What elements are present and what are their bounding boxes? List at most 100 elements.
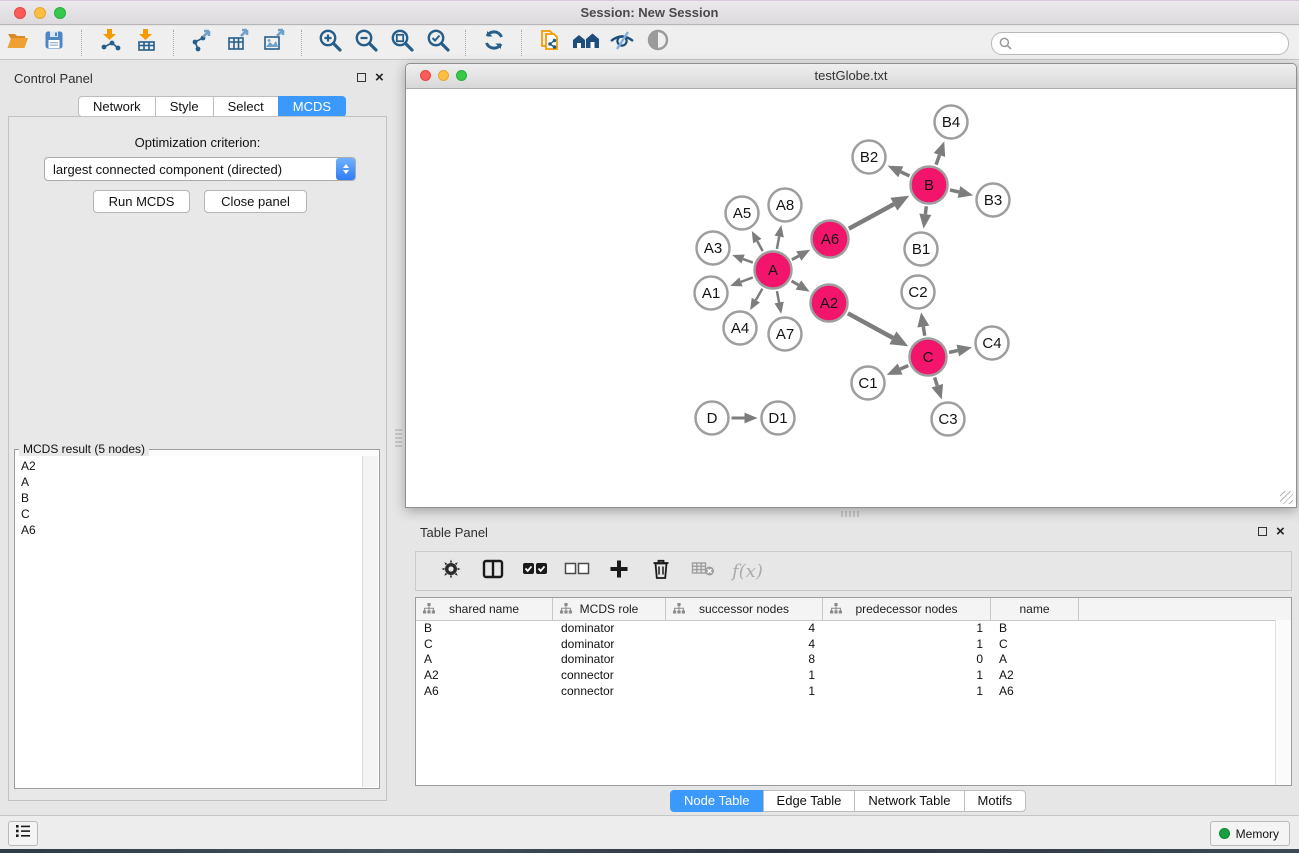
export-network-button[interactable] [187, 29, 217, 57]
graph-edge-A-A8[interactable] [775, 225, 784, 249]
graph-edge-A-A1[interactable] [730, 277, 753, 286]
graph-edge-C-C1[interactable] [887, 364, 908, 375]
tab-node-table[interactable]: Node Table [670, 790, 764, 812]
table-cell[interactable]: 4 [666, 636, 823, 652]
graph-node-C3[interactable]: C3 [932, 403, 965, 436]
graph-edge-A2-C[interactable] [848, 313, 908, 346]
graph-node-A3[interactable]: A3 [697, 232, 730, 265]
table-cell[interactable]: A [416, 651, 553, 667]
graph-node-B1[interactable]: B1 [905, 233, 938, 266]
graph-edge-A-A2[interactable] [792, 280, 810, 291]
close-panel-button[interactable]: Close panel [204, 190, 307, 213]
result-list-item[interactable]: A2 [16, 458, 363, 474]
table-cell[interactable]: C [416, 636, 553, 652]
result-list-item[interactable]: C [16, 506, 363, 522]
graph-edge-B-B1[interactable] [919, 206, 931, 228]
graph-node-A8[interactable]: A8 [769, 189, 802, 222]
table-cell[interactable]: 1 [823, 683, 991, 699]
table-cell[interactable]: B [416, 620, 553, 636]
graph-edge-B-B2[interactable] [888, 166, 910, 178]
graph-edge-A6-B[interactable] [849, 196, 909, 229]
graph-edge-A-A6[interactable] [792, 250, 810, 261]
graph-node-D1[interactable]: D1 [762, 402, 795, 435]
tab-motifs[interactable]: Motifs [964, 790, 1027, 812]
table-cell[interactable]: connector [553, 667, 666, 683]
graph-edge-C-C2[interactable] [917, 312, 929, 335]
table-cell[interactable]: 1 [666, 683, 823, 699]
create-column-button[interactable] [606, 557, 632, 585]
graph-node-A1[interactable]: A1 [695, 277, 728, 310]
control-panel-close-icon[interactable]: × [375, 72, 384, 84]
graph-node-A6[interactable]: A6 [812, 221, 849, 258]
task-history-button[interactable] [8, 821, 38, 846]
memory-button[interactable]: Memory [1210, 821, 1290, 846]
graph-edge-C-C3[interactable] [931, 377, 943, 399]
table-cell[interactable]: A2 [991, 667, 1079, 683]
graph-node-A5[interactable]: A5 [726, 197, 759, 230]
table-cell[interactable]: connector [553, 683, 666, 699]
column-header-name[interactable]: name [991, 598, 1079, 620]
table-cell[interactable]: A2 [416, 667, 553, 683]
table-cell[interactable]: dominator [553, 620, 666, 636]
graph-node-C[interactable]: C [910, 339, 947, 376]
table-cell[interactable]: 1 [666, 667, 823, 683]
import-table-button[interactable] [131, 29, 161, 57]
table-panel-float-icon[interactable] [1258, 527, 1267, 536]
tab-network-table[interactable]: Network Table [854, 790, 964, 812]
table-scrollbar[interactable] [1275, 620, 1291, 785]
graph-edge-A-A7[interactable] [774, 291, 783, 314]
table-cell[interactable]: A6 [416, 683, 553, 699]
result-list-item[interactable]: A6 [16, 522, 363, 538]
result-list-item[interactable]: B [16, 490, 363, 506]
zoom-selected-button[interactable] [423, 29, 453, 57]
result-list-item[interactable]: A [16, 474, 363, 490]
graph-node-C1[interactable]: C1 [852, 367, 885, 400]
table-cell[interactable]: C [991, 636, 1079, 652]
table-cell[interactable]: 1 [823, 620, 991, 636]
horizontal-splitter-handle[interactable] [841, 511, 860, 517]
column-header-shared-name[interactable]: shared name [416, 598, 553, 620]
result-scrollbar[interactable] [362, 456, 378, 787]
tab-network[interactable]: Network [78, 96, 156, 117]
table-row[interactable]: Adominator80A [416, 651, 1275, 667]
table-row[interactable]: Cdominator41C [416, 636, 1275, 652]
column-header-predecessor-nodes[interactable]: predecessor nodes [823, 598, 991, 620]
table-row[interactable]: Bdominator41B [416, 620, 1275, 636]
table-cell[interactable]: A6 [991, 683, 1079, 699]
graph-node-A4[interactable]: A4 [724, 312, 757, 345]
graph-node-A2[interactable]: A2 [811, 285, 848, 322]
table-cell[interactable]: 1 [823, 636, 991, 652]
graph-node-B[interactable]: B [911, 167, 948, 204]
apply-layout-button[interactable] [479, 29, 509, 57]
run-mcds-button[interactable]: Run MCDS [93, 190, 190, 213]
unselect-all-columns-button[interactable] [564, 557, 590, 585]
export-image-button[interactable] [259, 29, 289, 57]
graph-node-A[interactable]: A [755, 252, 792, 289]
clone-network-button[interactable] [535, 29, 565, 57]
table-cell[interactable]: 4 [666, 620, 823, 636]
export-table-button[interactable] [223, 29, 253, 57]
table-cell[interactable]: A [991, 651, 1079, 667]
graph-edge-B-B4[interactable] [934, 141, 945, 164]
criterion-dropdown[interactable]: largest connected component (directed) [44, 157, 356, 181]
zoom-fit-button[interactable] [387, 29, 417, 57]
table-cell[interactable]: B [991, 620, 1079, 636]
format-columns-button[interactable] [480, 557, 506, 585]
graph-node-C2[interactable]: C2 [902, 276, 935, 309]
network-canvas[interactable]: B4B2BB3A5A8A6B1A3AA1C2A2A4A7C4CC1C3DD1 [407, 89, 1295, 506]
tab-edge-table[interactable]: Edge Table [763, 790, 856, 812]
graph-node-B2[interactable]: B2 [853, 141, 886, 174]
table-row[interactable]: A6connector11A6 [416, 683, 1275, 699]
graph-node-B3[interactable]: B3 [977, 184, 1010, 217]
table-panel-close-icon[interactable]: × [1276, 526, 1285, 538]
tab-mcds[interactable]: MCDS [278, 96, 346, 117]
window-resize-grip[interactable] [1280, 491, 1293, 504]
table-cell[interactable]: 0 [823, 651, 991, 667]
select-all-columns-button[interactable] [522, 557, 548, 585]
save-session-button[interactable] [39, 29, 69, 57]
graph-edge-C-C4[interactable] [949, 345, 972, 357]
table-cell[interactable]: 8 [666, 651, 823, 667]
control-panel-float-icon[interactable] [357, 73, 366, 82]
network-overview-button[interactable] [571, 29, 601, 57]
tab-select[interactable]: Select [213, 96, 279, 117]
